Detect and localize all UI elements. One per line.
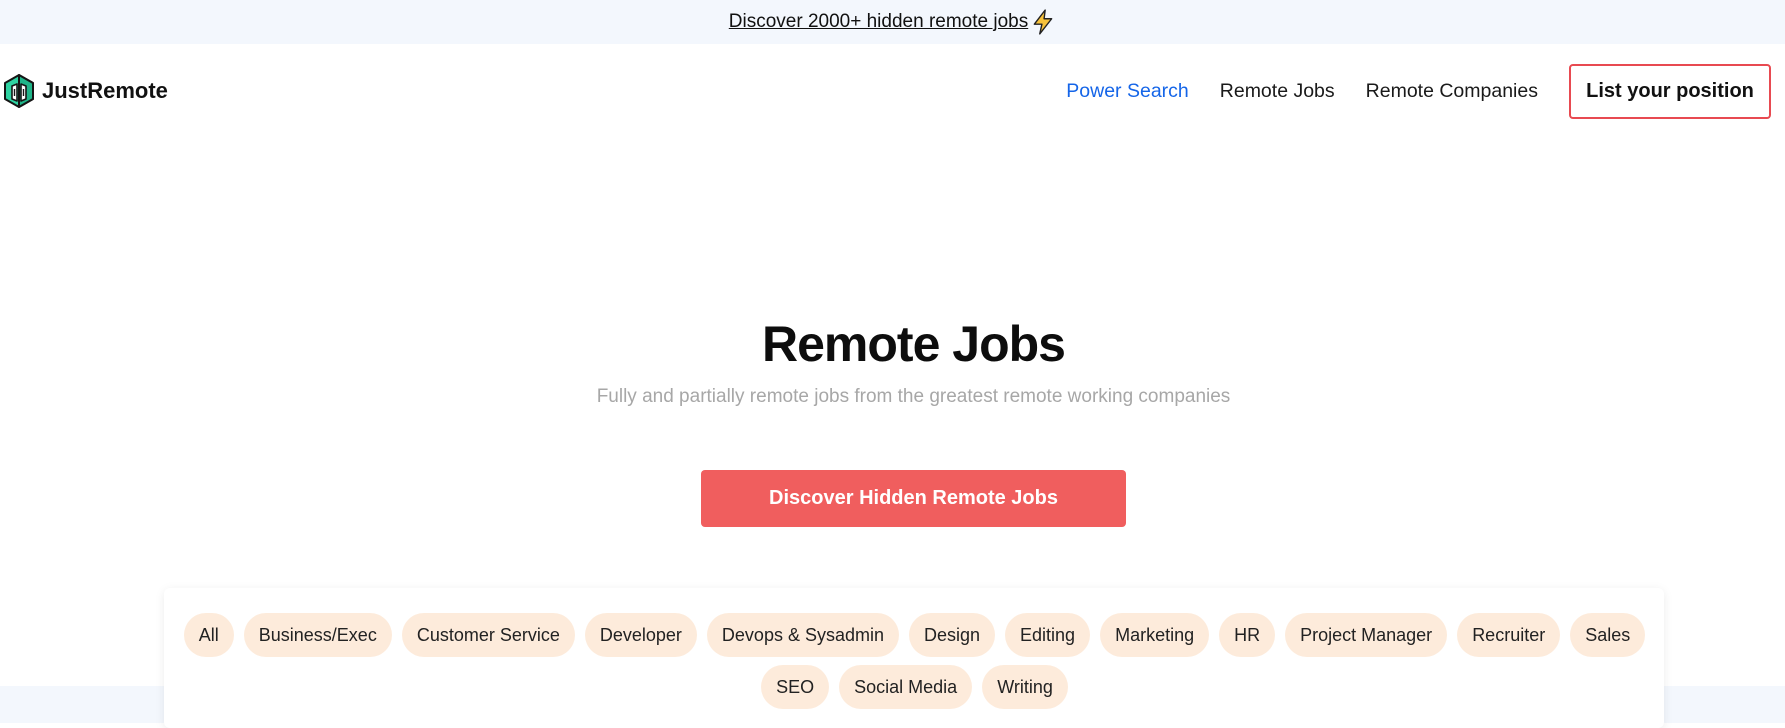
- category-chip-marketing[interactable]: Marketing: [1100, 613, 1210, 657]
- category-filter-card: All Business/Exec Customer Service Devel…: [164, 588, 1664, 728]
- category-chips: All Business/Exec Customer Service Devel…: [177, 613, 1652, 709]
- category-chip-hr[interactable]: HR: [1219, 613, 1276, 657]
- category-chip-editing[interactable]: Editing: [1005, 613, 1091, 657]
- category-chip-project-manager[interactable]: Project Manager: [1285, 613, 1448, 657]
- announcement-bar: Discover 2000+ hidden remote jobs: [0, 0, 1785, 44]
- category-chip-recruiter[interactable]: Recruiter: [1457, 613, 1561, 657]
- page-subtitle: Fully and partially remote jobs from the…: [596, 386, 1231, 407]
- category-chip-writing[interactable]: Writing: [982, 665, 1068, 709]
- nav-power-search[interactable]: Power Search: [1066, 80, 1188, 103]
- justremote-logo-icon: [4, 74, 34, 108]
- category-chip-business-exec[interactable]: Business/Exec: [243, 613, 392, 657]
- category-chip-developer[interactable]: Developer: [584, 613, 697, 657]
- category-chip-social-media[interactable]: Social Media: [839, 665, 973, 709]
- nav-remote-companies[interactable]: Remote Companies: [1366, 80, 1538, 103]
- category-chip-all[interactable]: All: [183, 613, 234, 657]
- logo-text: JustRemote: [42, 78, 168, 103]
- lightning-bolt-icon: [1033, 9, 1053, 35]
- category-chip-customer-service[interactable]: Customer Service: [401, 613, 575, 657]
- announcement-text: Discover 2000+ hidden remote jobs: [728, 11, 1029, 32]
- discover-hidden-jobs-button[interactable]: Discover Hidden Remote Jobs: [701, 470, 1126, 527]
- category-chip-sales[interactable]: Sales: [1570, 613, 1646, 657]
- category-chip-seo[interactable]: SEO: [761, 665, 830, 709]
- list-your-position-button[interactable]: List your position: [1569, 64, 1771, 119]
- category-chip-design[interactable]: Design: [909, 613, 996, 657]
- logo[interactable]: JustRemote: [3, 74, 168, 108]
- page-title: Remote Jobs: [762, 316, 1066, 372]
- category-chip-devops-sysadmin[interactable]: Devops & Sysadmin: [706, 613, 899, 657]
- main-nav: Power Search Remote Jobs Remote Companie…: [1066, 64, 1771, 119]
- site-header: JustRemote Power Search Remote Jobs Remo…: [0, 44, 1785, 139]
- announcement-link[interactable]: Discover 2000+ hidden remote jobs: [729, 9, 1056, 35]
- nav-remote-jobs[interactable]: Remote Jobs: [1220, 80, 1335, 103]
